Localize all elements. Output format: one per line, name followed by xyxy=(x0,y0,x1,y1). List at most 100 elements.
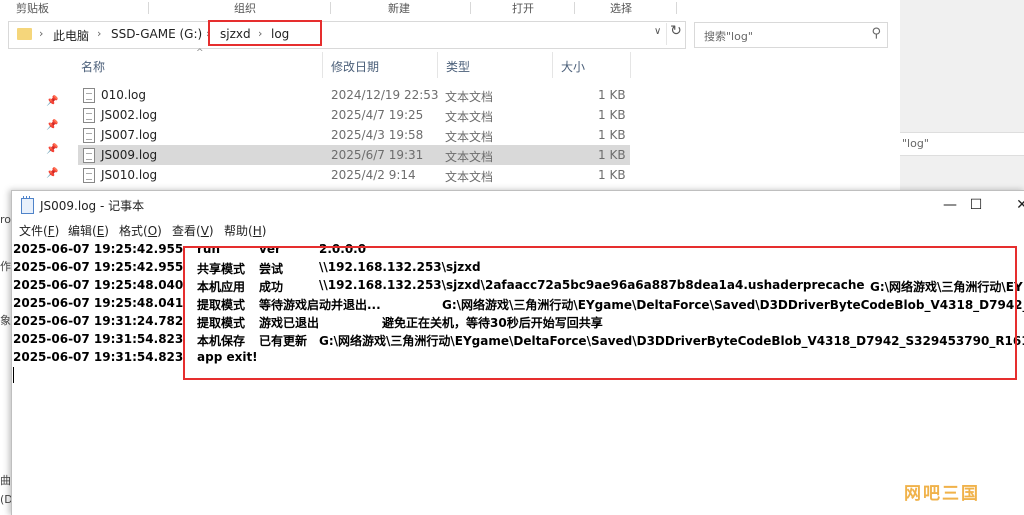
background-window-fragment: "log" xyxy=(900,0,1024,200)
file-row[interactable]: 010.log 2024/12/19 22:53 文本文档 1 KB xyxy=(78,85,630,105)
menu-edit-label: 编辑( xyxy=(68,224,97,238)
file-type: 文本文档 xyxy=(445,130,494,144)
file-name: JS007.log xyxy=(101,128,158,142)
file-explorer-window: 剪贴板 组织 新建 打开 选择 › 此电脑 › SSD-GAME (G:) › … xyxy=(0,0,900,200)
log-timestamp: 2025-06-07 19:25:42.955 xyxy=(13,260,184,274)
edge-text-fragment: 作 xyxy=(0,260,11,273)
ribbon-divider xyxy=(470,2,471,14)
ribbon-new-label: 新建 xyxy=(388,2,410,15)
log-timestamp: 2025-06-07 19:31:54.823 xyxy=(13,350,184,364)
menu-format-label: 格式( xyxy=(119,224,148,238)
ribbon-clipboard-label: 剪贴板 xyxy=(16,2,49,15)
menu-file-close: ) xyxy=(54,224,60,238)
text-file-icon xyxy=(83,148,95,163)
menu-file[interactable]: 文件(F) xyxy=(19,222,59,239)
notepad-title-bar[interactable]: JS009.log - 记事本 — ☐ ✕ xyxy=(12,191,1024,219)
log-timestamp: 2025-06-07 19:25:48.041 xyxy=(13,296,184,310)
column-header-size[interactable]: 大小 xyxy=(561,58,585,75)
address-bar[interactable]: › 此电脑 › SSD-GAME (G:) › sjzxd › log xyxy=(8,21,686,49)
column-header-type[interactable]: 类型 xyxy=(446,58,470,75)
background-search-fragment: "log" xyxy=(900,132,1024,156)
menu-format-close: ) xyxy=(157,224,162,238)
column-divider[interactable] xyxy=(322,52,323,78)
edge-text-fragment: ro xyxy=(0,213,12,226)
menu-format[interactable]: 格式(O) xyxy=(119,222,162,239)
pin-icon[interactable]: 📌 xyxy=(46,144,58,155)
menu-format-accel: O xyxy=(147,224,158,238)
refresh-icon[interactable]: ↻ xyxy=(666,23,685,45)
sort-ascending-icon: ^ xyxy=(196,48,204,58)
close-button[interactable]: ✕ xyxy=(1002,191,1024,219)
column-header-name[interactable]: 名称 xyxy=(81,58,105,75)
search-input[interactable]: 搜索"log" ⚲ xyxy=(694,22,888,48)
menu-file-accel: F xyxy=(47,224,55,238)
breadcrumb-drive[interactable]: SSD-GAME (G:) xyxy=(111,27,202,41)
file-row[interactable]: JS010.log 2025/4/2 9:14 文本文档 1 KB xyxy=(78,165,630,185)
file-row-selected[interactable]: JS009.log 2025/6/7 19:31 文本文档 1 KB xyxy=(78,145,630,165)
watermark-logo: 网吧三国 xyxy=(904,484,980,504)
text-caret xyxy=(13,367,14,383)
text-file-icon xyxy=(83,128,95,143)
file-name: 010.log xyxy=(101,88,147,102)
log-timestamp: 2025-06-07 19:31:24.782 xyxy=(13,314,184,328)
ribbon-open-label: 打开 xyxy=(512,2,534,15)
background-search-text: "log" xyxy=(902,137,929,150)
column-divider[interactable] xyxy=(630,52,631,78)
column-divider[interactable] xyxy=(552,52,553,78)
pin-icon[interactable]: 📌 xyxy=(46,168,58,179)
log-timestamp: 2025-06-07 19:25:42.955 xyxy=(13,242,184,256)
maximize-button[interactable]: ☐ xyxy=(956,191,996,219)
file-modified: 2024/12/19 22:53 xyxy=(331,88,439,102)
log-highlight-box xyxy=(183,246,1017,380)
ribbon-group-labels: 剪贴板 组织 新建 打开 选择 xyxy=(0,0,900,16)
file-modified: 2025/4/2 9:14 xyxy=(331,168,416,182)
text-file-icon xyxy=(83,88,95,103)
file-modified: 2025/4/7 19:25 xyxy=(331,108,424,122)
file-size: 1 KB xyxy=(598,128,626,142)
file-size: 1 KB xyxy=(598,88,626,102)
file-name: JS009.log xyxy=(101,148,158,162)
ribbon-divider xyxy=(676,2,677,14)
menu-help-accel: H xyxy=(252,224,262,238)
file-name: JS010.log xyxy=(101,168,158,182)
file-size: 1 KB xyxy=(598,108,626,122)
menu-file-label: 文件( xyxy=(19,224,48,238)
menu-edit-close: ) xyxy=(104,224,109,238)
file-size: 1 KB xyxy=(598,148,626,162)
file-modified: 2025/6/7 19:31 xyxy=(331,148,424,162)
file-row[interactable]: JS002.log 2025/4/7 19:25 文本文档 1 KB xyxy=(78,105,630,125)
notepad-icon xyxy=(21,196,34,214)
file-type: 文本文档 xyxy=(445,90,494,104)
pin-icon[interactable]: 📌 xyxy=(46,120,58,131)
menu-help[interactable]: 帮助(H) xyxy=(224,222,266,239)
folder-icon xyxy=(17,28,32,40)
search-icon[interactable]: ⚲ xyxy=(871,26,881,41)
menu-view[interactable]: 查看(V) xyxy=(172,222,214,239)
log-timestamp: 2025-06-07 19:25:48.040 xyxy=(13,278,184,292)
column-divider[interactable] xyxy=(437,52,438,78)
menu-view-accel: V xyxy=(200,224,209,238)
chevron-down-icon[interactable]: ∨ xyxy=(654,26,661,37)
file-size: 1 KB xyxy=(598,168,626,182)
notepad-title: JS009.log - 记事本 xyxy=(40,199,145,213)
file-modified: 2025/4/3 19:58 xyxy=(331,128,424,142)
breadcrumb-this-pc[interactable]: 此电脑 xyxy=(53,27,89,44)
ribbon-divider xyxy=(148,2,149,14)
chevron-right-icon: › xyxy=(39,27,44,40)
search-placeholder: 搜索"log" xyxy=(704,30,753,43)
file-name: JS002.log xyxy=(101,108,158,122)
menu-view-close: ) xyxy=(208,224,214,238)
address-highlight-box xyxy=(208,20,322,46)
file-row[interactable]: JS007.log 2025/4/3 19:58 文本文档 1 KB xyxy=(78,125,630,145)
column-header-modified[interactable]: 修改日期 xyxy=(331,58,379,75)
chevron-right-icon: › xyxy=(97,27,102,40)
file-type: 文本文档 xyxy=(445,170,494,184)
edge-text-fragment: 象 xyxy=(0,314,11,327)
log-timestamp: 2025-06-07 19:31:54.823 xyxy=(13,332,184,346)
ribbon-select-label: 选择 xyxy=(610,2,632,15)
pin-icon[interactable]: 📌 xyxy=(46,96,58,107)
ribbon-divider xyxy=(330,2,331,14)
ribbon-divider xyxy=(574,2,575,14)
menu-edit[interactable]: 编辑(E) xyxy=(68,222,109,239)
ribbon-organize-label: 组织 xyxy=(234,2,256,15)
